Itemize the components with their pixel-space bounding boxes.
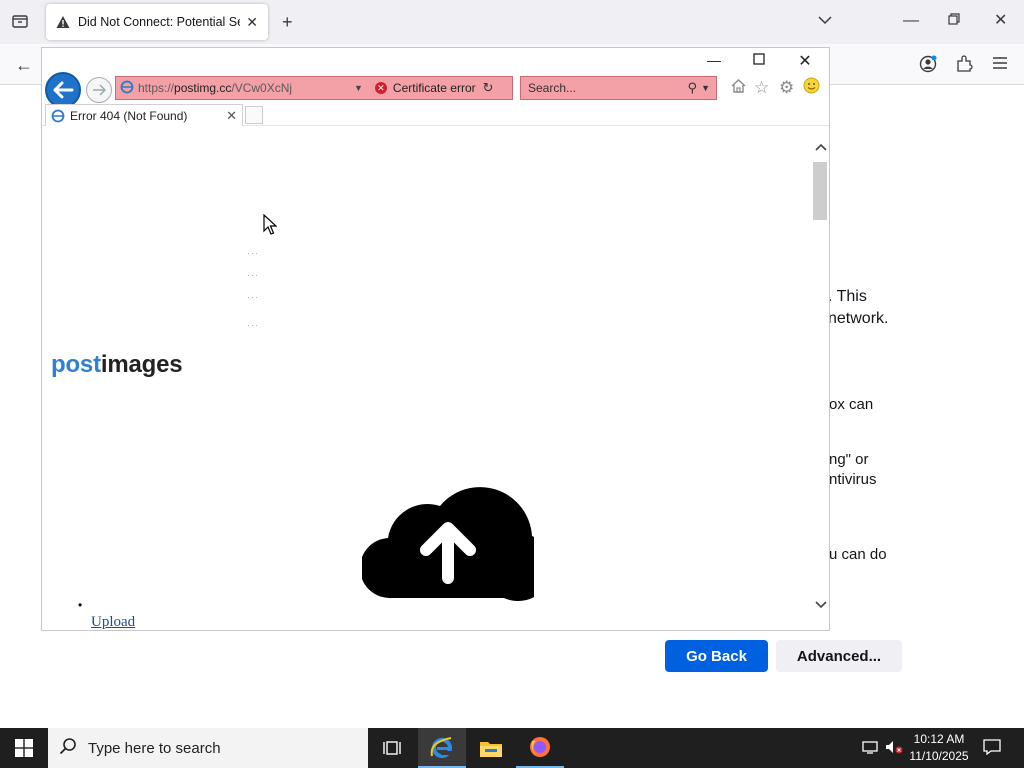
- firefox-tab-bar: Did Not Connect: Potential Secu ✕ + — ✕: [0, 0, 1024, 44]
- loading-dots: ···: [247, 270, 259, 280]
- ie-tab-row: Error 404 (Not Found) ✕: [42, 104, 829, 126]
- ff-back-icon[interactable]: ←: [15, 56, 33, 74]
- go-back-button[interactable]: Go Back: [665, 640, 768, 672]
- scrollbar-thumb[interactable]: [813, 162, 827, 220]
- refresh-icon[interactable]: ↻: [483, 80, 494, 96]
- ie-search-placeholder: Search...: [528, 81, 577, 95]
- ie-maximize-icon[interactable]: [744, 52, 774, 68]
- certificate-error-icon[interactable]: ✕: [374, 82, 387, 94]
- ie-address-bar[interactable]: https://postimg.cc/VCw0XcNj ▼ ✕ Certific…: [115, 76, 513, 100]
- ie-tab-page-icon: [51, 109, 65, 123]
- extensions-icon[interactable]: [955, 55, 973, 77]
- error-text-fragment-6: u can do: [829, 546, 887, 563]
- advanced-button[interactable]: Advanced...: [776, 640, 902, 672]
- clock-date: 11/10/2025: [909, 749, 969, 763]
- settings-icon[interactable]: ⚙: [779, 78, 794, 98]
- address-dropdown-icon[interactable]: ▼: [354, 83, 363, 93]
- list-bullet: •: [78, 598, 83, 612]
- ie-close-icon[interactable]: ✕: [790, 51, 820, 71]
- firefox-icon[interactable]: [516, 728, 564, 768]
- taskbar-search-placeholder: Type here to search: [88, 739, 221, 757]
- tab-title: Did Not Connect: Potential Secu: [78, 15, 241, 29]
- network-icon[interactable]: [862, 740, 878, 757]
- error-text-fragment-4: ng" or: [829, 451, 869, 468]
- warning-icon: [56, 15, 70, 29]
- ie-url: https://postimg.cc/VCw0XcNj: [138, 81, 293, 95]
- tab-list-icon[interactable]: [11, 13, 29, 33]
- postimages-logo[interactable]: postimages: [51, 351, 183, 379]
- loading-dots: ···: [247, 292, 259, 302]
- ie-tab-error-404[interactable]: Error 404 (Not Found) ✕: [45, 104, 243, 126]
- taskbar-search-box[interactable]: Type here to search: [48, 728, 368, 768]
- internet-explorer-icon[interactable]: [418, 728, 466, 768]
- ie-tab-close-icon[interactable]: ✕: [226, 108, 237, 124]
- ie-forward-icon[interactable]: [86, 77, 112, 103]
- close-window-icon[interactable]: ✕: [994, 13, 1007, 29]
- list-all-tabs-icon[interactable]: [818, 13, 832, 29]
- certificate-error-label[interactable]: Certificate error: [393, 81, 476, 95]
- ie-tab-title: Error 404 (Not Found): [70, 108, 188, 123]
- error-text-fragment-1: . This: [828, 288, 867, 305]
- error-text-fragment-5: ntivirus: [829, 471, 877, 488]
- taskbar: Type here to search 10:12 AM 11/10/2025: [0, 728, 1024, 768]
- scroll-down-icon[interactable]: [812, 596, 829, 612]
- error-text-fragment-3: ox can: [829, 396, 874, 413]
- ie-scrollbar[interactable]: [812, 128, 829, 630]
- favorites-icon[interactable]: ☆: [754, 78, 769, 98]
- search-icon[interactable]: ⚲: [688, 80, 698, 96]
- clock[interactable]: 10:12 AM 11/10/2025: [908, 731, 970, 765]
- ie-new-tab-icon[interactable]: [245, 106, 263, 124]
- tab-did-not-connect[interactable]: Did Not Connect: Potential Secu ✕: [46, 4, 268, 40]
- upload-cloud-icon[interactable]: [362, 466, 534, 602]
- task-view-icon[interactable]: [368, 728, 416, 768]
- restore-icon[interactable]: [948, 13, 960, 29]
- ie-page-icon: [120, 80, 134, 97]
- account-icon[interactable]: [919, 55, 937, 77]
- ie-window: — ✕ https://postimg.cc/VCw0XcNj ▼ ✕ Cert…: [42, 48, 829, 630]
- file-explorer-icon[interactable]: [467, 728, 515, 768]
- smiley-icon[interactable]: [803, 77, 820, 99]
- loading-dots: ···: [247, 320, 259, 330]
- windows-start-icon[interactable]: [0, 728, 48, 768]
- notification-icon[interactable]: [983, 739, 1001, 758]
- scroll-up-icon[interactable]: [812, 138, 829, 154]
- home-icon[interactable]: [730, 78, 747, 99]
- ie-minimize-icon[interactable]: —: [699, 52, 729, 68]
- ie-search-box[interactable]: Search... ⚲ ▼: [520, 76, 717, 100]
- close-tab-icon[interactable]: ✕: [246, 14, 258, 31]
- clock-time: 10:12 AM: [913, 732, 965, 746]
- search-dropdown-icon[interactable]: ▼: [701, 83, 710, 93]
- volume-muted-icon[interactable]: [885, 740, 903, 757]
- ie-page-content: ··· ··· ··· ··· postimages • Upload: [42, 128, 812, 630]
- upload-link[interactable]: Upload: [91, 614, 135, 630]
- ie-address-row: https://postimg.cc/VCw0XcNj ▼ ✕ Certific…: [42, 70, 829, 108]
- new-tab-icon[interactable]: +: [282, 13, 293, 31]
- mouse-cursor-icon: [263, 214, 277, 235]
- menu-icon[interactable]: [992, 56, 1008, 74]
- ie-back-icon[interactable]: [45, 72, 81, 108]
- loading-dots: ···: [247, 248, 259, 258]
- error-text-fragment-2: network.: [828, 310, 889, 327]
- search-icon: [48, 737, 88, 760]
- minimize-icon[interactable]: —: [903, 13, 919, 29]
